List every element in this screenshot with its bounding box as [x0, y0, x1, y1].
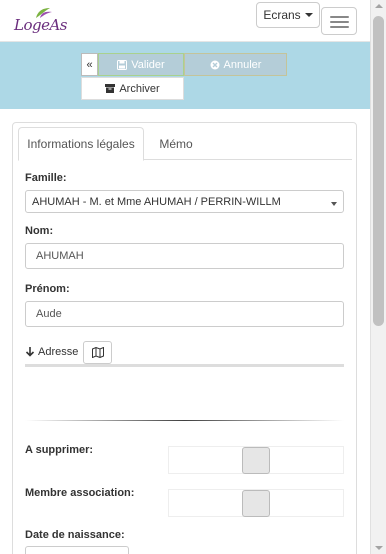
adresse-divider: [25, 364, 344, 367]
membre-label: Membre association:: [25, 487, 135, 499]
famille-select[interactable]: AHUMAH - M. et Mme AHUMAH / PERRIN-WILLM: [25, 190, 344, 213]
tab-bar: Informations légales Mémo: [18, 127, 352, 161]
archive-icon: [105, 84, 116, 93]
logo-text: LogeAs: [14, 16, 68, 34]
arrow-down-icon: [25, 347, 35, 357]
map-icon: [91, 347, 104, 358]
select-caret-icon: [331, 202, 337, 206]
map-button[interactable]: [83, 341, 112, 364]
prenom-input[interactable]: Aude: [25, 301, 344, 327]
hamburger-icon[interactable]: [321, 7, 357, 35]
section-divider: [25, 420, 344, 421]
supprimer-toggle[interactable]: [168, 446, 344, 474]
valider-label: Valider: [131, 58, 165, 71]
archiver-button[interactable]: Archiver: [81, 77, 184, 100]
prenom-label: Prénom:: [25, 283, 70, 295]
nom-label: Nom:: [25, 225, 54, 237]
adresse-section: Adresse: [25, 341, 345, 365]
save-icon: [117, 59, 128, 70]
archiver-label: Archiver: [119, 82, 160, 95]
annuler-button[interactable]: Annuler: [184, 53, 287, 76]
navbar: LogeAs Ecrans: [0, 0, 370, 42]
ecrans-label: Ecrans: [263, 8, 301, 22]
nom-input[interactable]: AHUMAH: [25, 243, 344, 269]
naissance-label: Date de naissance:: [25, 529, 125, 541]
famille-value: AHUMAH - M. et Mme AHUMAH / PERRIN-WILLM: [32, 195, 281, 208]
scrollbar[interactable]: [370, 0, 386, 554]
caret-down-icon: [304, 13, 313, 17]
ecrans-dropdown-button[interactable]: Ecrans: [256, 2, 320, 28]
membre-toggle-knob[interactable]: [242, 490, 270, 517]
famille-label: Famille:: [25, 172, 67, 184]
scroll-up-icon[interactable]: [375, 4, 383, 8]
adresse-label: Adresse: [38, 346, 79, 358]
tab-memo[interactable]: Mémo: [146, 127, 206, 160]
scrollbar-thumb[interactable]: [373, 16, 384, 326]
logo[interactable]: LogeAs: [12, 6, 70, 36]
valider-button[interactable]: Valider: [98, 53, 184, 76]
supprimer-toggle-knob[interactable]: [242, 447, 270, 474]
naissance-input[interactable]: [25, 546, 129, 554]
toolbar: « Valider Annuler Archiver: [0, 42, 370, 109]
supprimer-label: A supprimer:: [25, 444, 94, 456]
membre-toggle[interactable]: [168, 489, 344, 517]
collapse-button[interactable]: «: [81, 53, 98, 76]
scroll-down-icon[interactable]: [375, 546, 383, 550]
tab-informations-legales[interactable]: Informations légales: [18, 127, 144, 161]
annuler-label: Annuler: [223, 58, 262, 71]
adresse-toggle[interactable]: Adresse: [25, 346, 78, 358]
cancel-icon: [210, 60, 220, 69]
